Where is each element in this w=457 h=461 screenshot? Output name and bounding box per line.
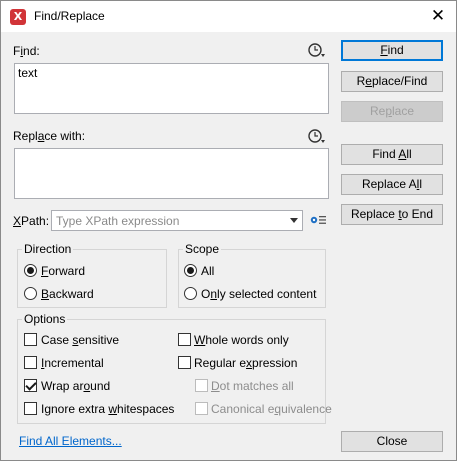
incremental-checkbox[interactable] (24, 356, 37, 369)
find-replace-dialog: X Find/Replace ✕ Find: text Replace with… (0, 0, 457, 461)
find-button[interactable]: Find (341, 40, 443, 61)
direction-title: Direction (22, 242, 74, 256)
regex-checkbox[interactable] (178, 356, 191, 369)
scope-selected-label[interactable]: Only selected content (201, 287, 316, 301)
scope-selected-radio[interactable] (184, 287, 197, 300)
find-all-button[interactable]: Find All (341, 144, 443, 165)
wrap-around-checkbox[interactable] (24, 379, 37, 392)
history-clock-icon[interactable] (307, 42, 327, 58)
dot-matches-checkbox[interactable] (195, 379, 208, 392)
forward-label[interactable]: Forward (41, 264, 85, 278)
history-clock-icon[interactable] (307, 128, 327, 144)
regex-label[interactable]: Regular expression (194, 356, 297, 370)
case-sensitive-label[interactable]: Case sensitive (41, 333, 119, 347)
whole-words-checkbox[interactable] (178, 333, 191, 346)
replace-label: Replace with: (13, 129, 86, 143)
canonical-checkbox[interactable] (195, 402, 208, 415)
xpath-combo[interactable]: Type XPath expression (51, 210, 303, 231)
scope-title: Scope (183, 242, 222, 256)
case-sensitive-checkbox[interactable] (24, 333, 37, 346)
find-label: Find: (13, 44, 40, 58)
ignore-whitespace-label[interactable]: Ignore extra whitespaces (41, 402, 174, 416)
close-button[interactable]: Close (341, 431, 443, 452)
scope-all-label[interactable]: All (201, 264, 214, 278)
dot-matches-label: Dot matches all (211, 379, 294, 393)
scope-all-radio[interactable] (184, 264, 197, 277)
replace-to-end-button[interactable]: Replace to End (341, 204, 443, 225)
whole-words-label[interactable]: Whole words only (194, 333, 289, 347)
close-icon[interactable]: ✕ (426, 5, 450, 27)
replace-input[interactable] (14, 148, 329, 199)
options-title: Options (22, 312, 68, 326)
forward-radio[interactable] (24, 264, 37, 277)
wrap-around-label[interactable]: Wrap around (41, 379, 110, 393)
xpath-placeholder: Type XPath expression (56, 214, 180, 228)
canonical-label: Canonical equivalence (211, 402, 332, 416)
window-title: Find/Replace (34, 9, 105, 23)
title-bar: X Find/Replace ✕ (1, 1, 456, 32)
find-input[interactable]: text (14, 63, 329, 114)
xpath-label: XPath: (13, 214, 50, 228)
replace-button[interactable]: Replace (341, 101, 443, 122)
find-all-elements-link[interactable]: Find All Elements... (19, 434, 122, 448)
replace-find-button[interactable]: Replace/Find (341, 71, 443, 92)
backward-label[interactable]: Backward (41, 287, 94, 301)
backward-radio[interactable] (24, 287, 37, 300)
ignore-whitespace-checkbox[interactable] (24, 402, 37, 415)
xml-editor-icon: X (10, 9, 26, 25)
replace-all-button[interactable]: Replace All (341, 174, 443, 195)
incremental-label[interactable]: Incremental (41, 356, 104, 370)
chevron-down-icon[interactable] (290, 218, 298, 223)
gear-settings-icon[interactable] (309, 214, 327, 226)
